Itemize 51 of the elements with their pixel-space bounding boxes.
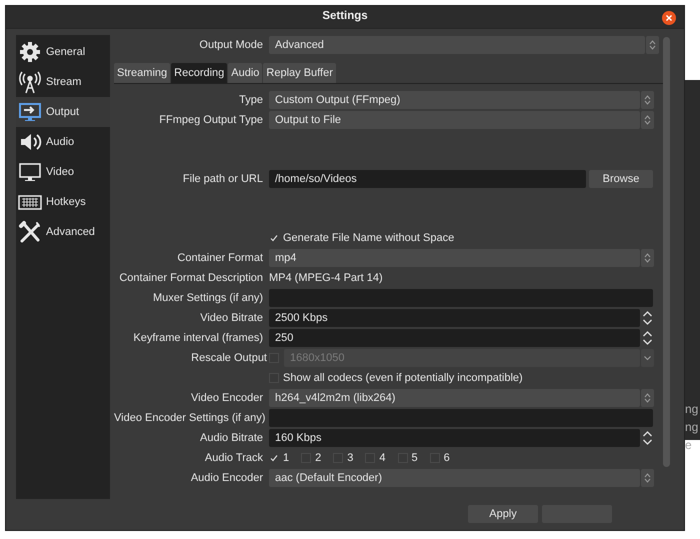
sidebar-item[interactable]: Video [16, 157, 110, 187]
field-label: Container Format Description [118, 270, 264, 286]
checkbox-label: 2 [315, 450, 322, 466]
spin-field[interactable]: 160 Kbps [269, 429, 640, 447]
field-label: Video Encoder [190, 390, 264, 406]
select-field[interactable]: Custom Output (FFmpeg) [269, 91, 640, 109]
tab[interactable]: Streaming [114, 63, 170, 83]
background-text: ng [685, 402, 698, 416]
sidebar-item[interactable]: Audio [16, 127, 110, 157]
spin-field[interactable]: 250 [269, 329, 640, 347]
sidebar-item[interactable]: General [16, 37, 110, 67]
checkbox-label: 1 [283, 450, 290, 466]
input-field[interactable]: /home/so/Videos [269, 170, 586, 188]
output-mode-select[interactable]: Advanced [269, 36, 645, 54]
sidebar-item[interactable]: Stream [16, 67, 110, 97]
select-field[interactable]: h264_v4l2m2m (libx264) [269, 389, 640, 407]
apply-button[interactable]: Apply [468, 505, 538, 523]
select-field[interactable]: aac (Default Encoder) [269, 469, 640, 487]
field-label: Container Format [176, 250, 264, 266]
field-label: Video Bitrate [199, 310, 264, 326]
checkbox-label: 6 [444, 450, 450, 466]
tab[interactable]: Recording [171, 63, 228, 83]
window-title: Settings [322, 9, 368, 24]
field-label: File path or URL [182, 172, 264, 187]
checkbox-label: 3 [347, 450, 354, 466]
checkbox-label: 4 [379, 450, 386, 466]
browse-button[interactable]: Browse [589, 170, 653, 188]
background-text: e [685, 438, 692, 452]
field-label: Muxer Settings (if any) [152, 290, 264, 306]
background-text: ng [685, 420, 698, 434]
field-label: Video Encoder Settings (if any) [114, 410, 266, 426]
select-field[interactable]: mp4 [269, 249, 640, 267]
field-label: FFmpeg Output Type [158, 112, 264, 128]
spin-field[interactable]: 2500 Kbps [269, 309, 640, 327]
tab[interactable]: Audio [228, 63, 262, 83]
field-label: Audio Encoder [190, 470, 264, 486]
checkbox-label: 5 [412, 450, 418, 466]
tab[interactable]: Replay Buffer [263, 63, 336, 83]
field-label: Type [238, 92, 264, 108]
checkbox-label: Show all codecs (even if potentially incompatible) [283, 370, 523, 386]
sidebar-item[interactable]: Output [16, 97, 110, 127]
select-field[interactable]: Output to File [269, 111, 640, 129]
field-label: Rescale Output [190, 350, 268, 366]
field-label: Audio Bitrate [199, 430, 264, 446]
field-label: Output Mode [198, 38, 264, 53]
sidebar-item[interactable]: Advanced [16, 217, 110, 247]
field-label: Keyframe interval (frames) [132, 330, 264, 346]
checkbox-label: Generate File Name without Space [283, 230, 454, 246]
sidebar-item[interactable]: Hotkeys [16, 187, 110, 217]
field-label: Audio Track [204, 450, 264, 466]
field-value: MP4 (MPEG-4 Part 14) [269, 270, 383, 286]
